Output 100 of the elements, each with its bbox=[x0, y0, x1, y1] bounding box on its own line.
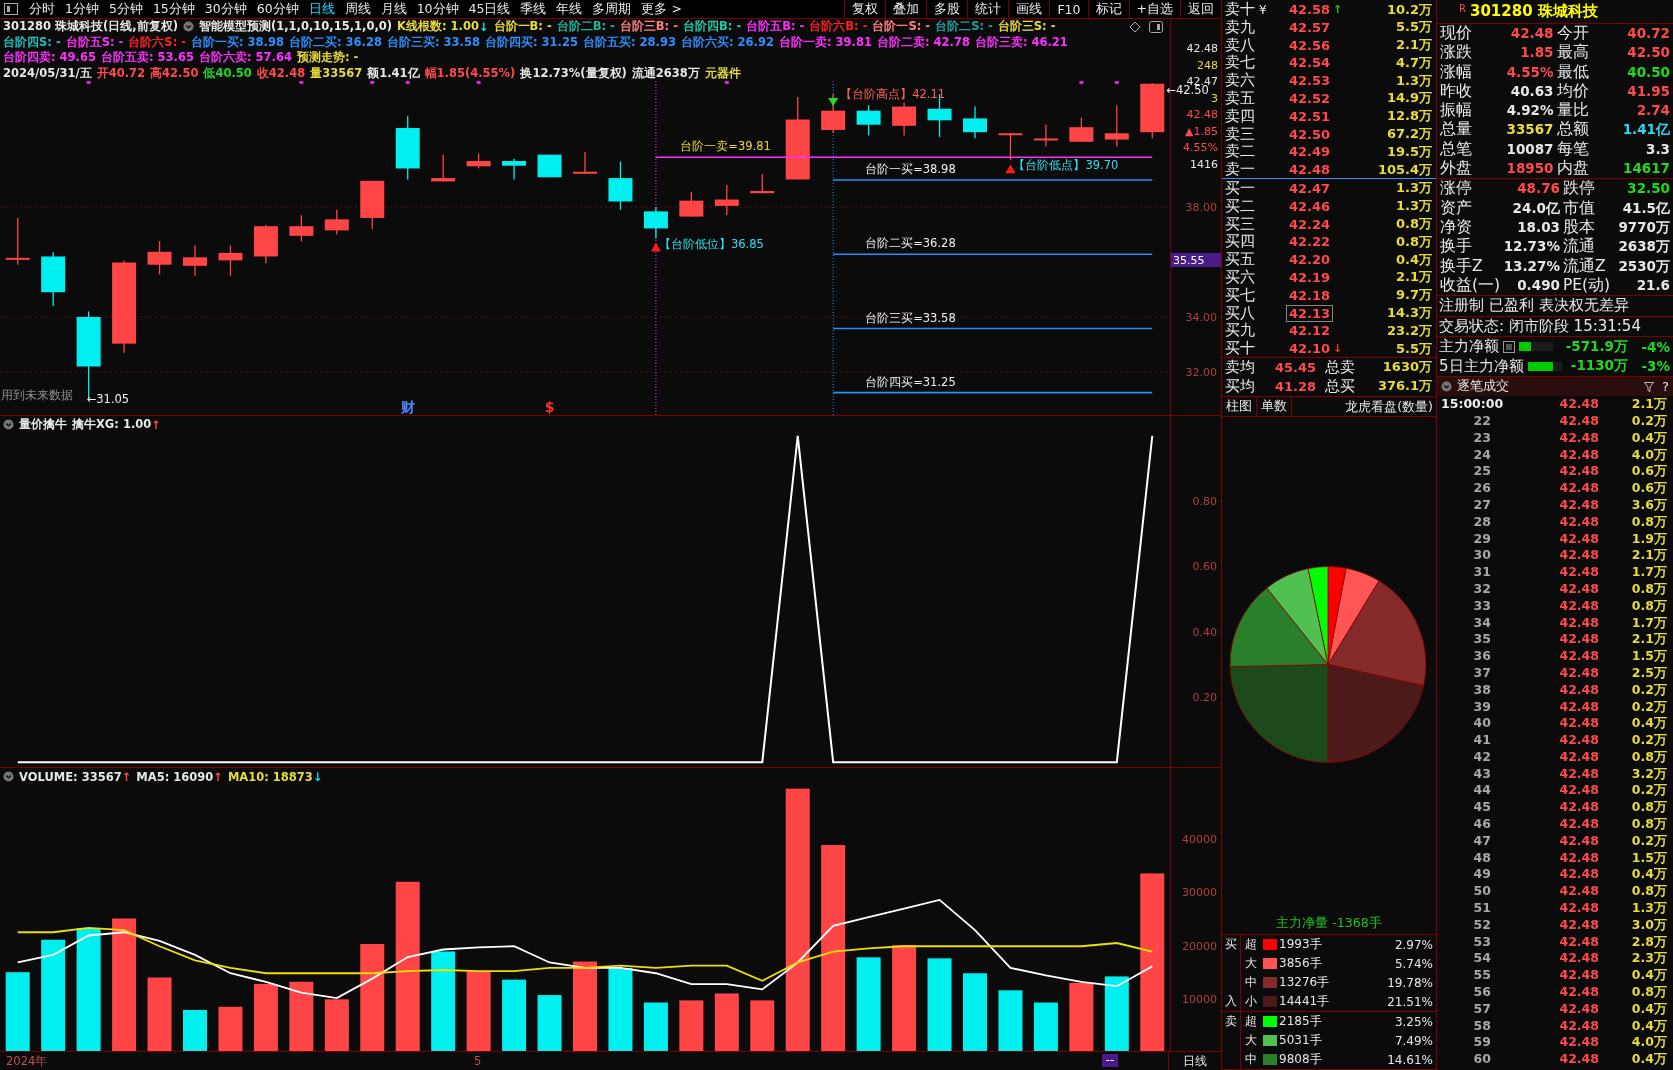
period-tab[interactable]: 5分钟 bbox=[103, 0, 148, 18]
trade-time: 23 bbox=[1472, 429, 1492, 447]
toolbar-button[interactable]: 复权 bbox=[844, 0, 886, 18]
period-tab[interactable]: 季线 bbox=[515, 0, 552, 18]
trade-volume: 0.6万 bbox=[1631, 463, 1667, 481]
toolbar-button[interactable]: +自选 bbox=[1128, 0, 1180, 18]
period-tab[interactable]: 45日线 bbox=[463, 0, 516, 18]
order-level-label: 卖五 bbox=[1225, 89, 1255, 107]
order-price[interactable]: 42.18 bbox=[1287, 287, 1333, 303]
period-tab[interactable]: 日线 bbox=[303, 0, 340, 18]
period-tab[interactable]: 30分钟 bbox=[199, 0, 252, 18]
side-label: 卖 bbox=[1225, 1013, 1237, 1030]
period-tab[interactable]: 分时 bbox=[24, 0, 60, 18]
period-tab[interactable]: 10分钟 bbox=[411, 0, 464, 18]
dropdown-icon[interactable] bbox=[1441, 381, 1452, 393]
quote-label: 每笔 bbox=[1556, 139, 1589, 160]
period-tab[interactable]: 15分钟 bbox=[147, 0, 200, 18]
trade-price: 42.48 bbox=[1559, 396, 1600, 413]
order-price[interactable]: 42.13 bbox=[1287, 305, 1333, 321]
toolbar-button[interactable]: F10 bbox=[1049, 0, 1088, 18]
size-label: 大 bbox=[1245, 1032, 1258, 1049]
order-price[interactable]: 42.52 bbox=[1287, 91, 1333, 106]
toolbar-button[interactable]: 叠加 bbox=[885, 0, 927, 18]
order-price[interactable]: 42.20 bbox=[1287, 252, 1333, 268]
view-tab[interactable]: 单数 bbox=[1257, 396, 1292, 416]
size-label: 中 bbox=[1245, 1051, 1258, 1068]
order-level-label: 买十 bbox=[1225, 339, 1255, 358]
trade-price: 42.48 bbox=[1559, 564, 1600, 581]
order-volume: 2.1万 bbox=[1395, 36, 1432, 55]
indicator-value: 台阶五S: - bbox=[65, 34, 124, 50]
indicator-value: 额1.41亿 bbox=[367, 65, 420, 81]
order-price[interactable]: 42.47 bbox=[1287, 180, 1333, 196]
dropdown-icon[interactable] bbox=[3, 419, 14, 431]
period-tab[interactable]: 多周期 bbox=[587, 0, 637, 18]
order-price[interactable]: 42.19 bbox=[1287, 269, 1333, 285]
trade-time: 25 bbox=[1472, 463, 1492, 481]
list-icon[interactable] bbox=[1503, 340, 1515, 353]
level-label: 台阶四买=31.25 bbox=[865, 374, 956, 389]
order-price[interactable]: 42.54 bbox=[1287, 55, 1333, 71]
trade-price: 42.48 bbox=[1559, 580, 1600, 598]
volume-bar bbox=[502, 979, 527, 1051]
diamond-icon[interactable] bbox=[1129, 20, 1141, 33]
toolbar-button[interactable]: 统计 bbox=[967, 0, 1009, 18]
trade-time: 42 bbox=[1472, 748, 1492, 766]
indicator-value: 台阶三买: 33.58 bbox=[387, 34, 480, 50]
trade-volume: 2.1万 bbox=[1631, 547, 1667, 565]
trade-price: 42.48 bbox=[1559, 715, 1600, 733]
share-percent: 19.78% bbox=[1387, 975, 1433, 990]
period-tab[interactable]: 周线 bbox=[339, 0, 376, 18]
quote-value: 2638万 bbox=[1617, 237, 1670, 257]
toolbar-button[interactable]: 多股 bbox=[926, 0, 968, 18]
hand-count: 9808手 bbox=[1279, 1051, 1323, 1068]
trade-price: 42.48 bbox=[1559, 698, 1600, 716]
indicator-value: VOLUME: 33567 bbox=[19, 769, 122, 784]
order-volume: 105.4万 bbox=[1377, 160, 1432, 179]
period-tab[interactable]: 1分钟 bbox=[60, 0, 104, 18]
dropdown-icon[interactable] bbox=[3, 771, 14, 783]
order-price[interactable]: 42.57 bbox=[1287, 19, 1333, 35]
quote-value: 33567 bbox=[1505, 120, 1554, 140]
indicator-value: 台阶五卖: 53.65 bbox=[101, 50, 194, 66]
toolbar-button[interactable]: 标记 bbox=[1087, 0, 1129, 18]
quote-label: 外盘 bbox=[1440, 159, 1472, 179]
quote-label: PE(动) bbox=[1562, 275, 1611, 296]
help-button[interactable]: ? bbox=[1662, 379, 1669, 395]
order-price[interactable]: 42.49 bbox=[1287, 144, 1333, 160]
period-tab[interactable]: 更多 > bbox=[636, 0, 687, 18]
toolbar-button[interactable]: 画线 bbox=[1008, 0, 1050, 18]
order-price[interactable]: 42.48 bbox=[1287, 162, 1333, 178]
trend-arrow: ↓ bbox=[478, 19, 489, 34]
order-price[interactable]: 42.50 bbox=[1287, 126, 1333, 142]
trade-price: 42.48 bbox=[1559, 530, 1600, 548]
order-price[interactable]: 42.53 bbox=[1287, 73, 1333, 89]
period-tab[interactable]: 年线 bbox=[551, 0, 588, 18]
period-tab[interactable]: 60分钟 bbox=[251, 0, 304, 18]
order-price[interactable]: 42.10 bbox=[1287, 341, 1333, 357]
event-note: $ bbox=[544, 399, 555, 415]
order-price[interactable]: 42.12 bbox=[1287, 323, 1333, 339]
filter-icon[interactable] bbox=[1644, 381, 1655, 392]
candle bbox=[573, 151, 597, 174]
trade-time: 59 bbox=[1472, 1034, 1492, 1052]
trade-price: 42.48 bbox=[1559, 816, 1600, 833]
view-tab[interactable]: 柱图 bbox=[1222, 396, 1257, 416]
dropdown-icon[interactable] bbox=[182, 21, 194, 33]
stock-tags: 注册制 已盈利 表决权无差异 bbox=[1437, 296, 1673, 317]
order-price[interactable]: 42.51 bbox=[1287, 108, 1333, 124]
indicator-value: 量价擒牛 bbox=[19, 417, 67, 433]
order-price[interactable]: 42.56 bbox=[1287, 37, 1333, 53]
panel-toggle-icon[interactable] bbox=[4, 3, 18, 15]
order-price[interactable]: 42.22 bbox=[1287, 234, 1333, 250]
quote-label: 涨停 bbox=[1440, 179, 1473, 199]
indicator-value: 台阶四B: - bbox=[683, 19, 742, 35]
level-label: 台阶一买=38.98 bbox=[865, 162, 956, 176]
order-price[interactable]: 42.24 bbox=[1287, 216, 1333, 232]
indicator-value: 台阶二S: - bbox=[935, 19, 993, 35]
period-tab[interactable]: 月线 bbox=[375, 0, 412, 18]
order-price[interactable]: 42.58 bbox=[1287, 2, 1333, 17]
order-price[interactable]: 42.46 bbox=[1287, 198, 1333, 214]
toolbar-button[interactable]: 返回 bbox=[1180, 0, 1221, 18]
quote-value: 12.73% bbox=[1503, 237, 1560, 257]
panel-toggle-icon[interactable] bbox=[1149, 20, 1163, 33]
